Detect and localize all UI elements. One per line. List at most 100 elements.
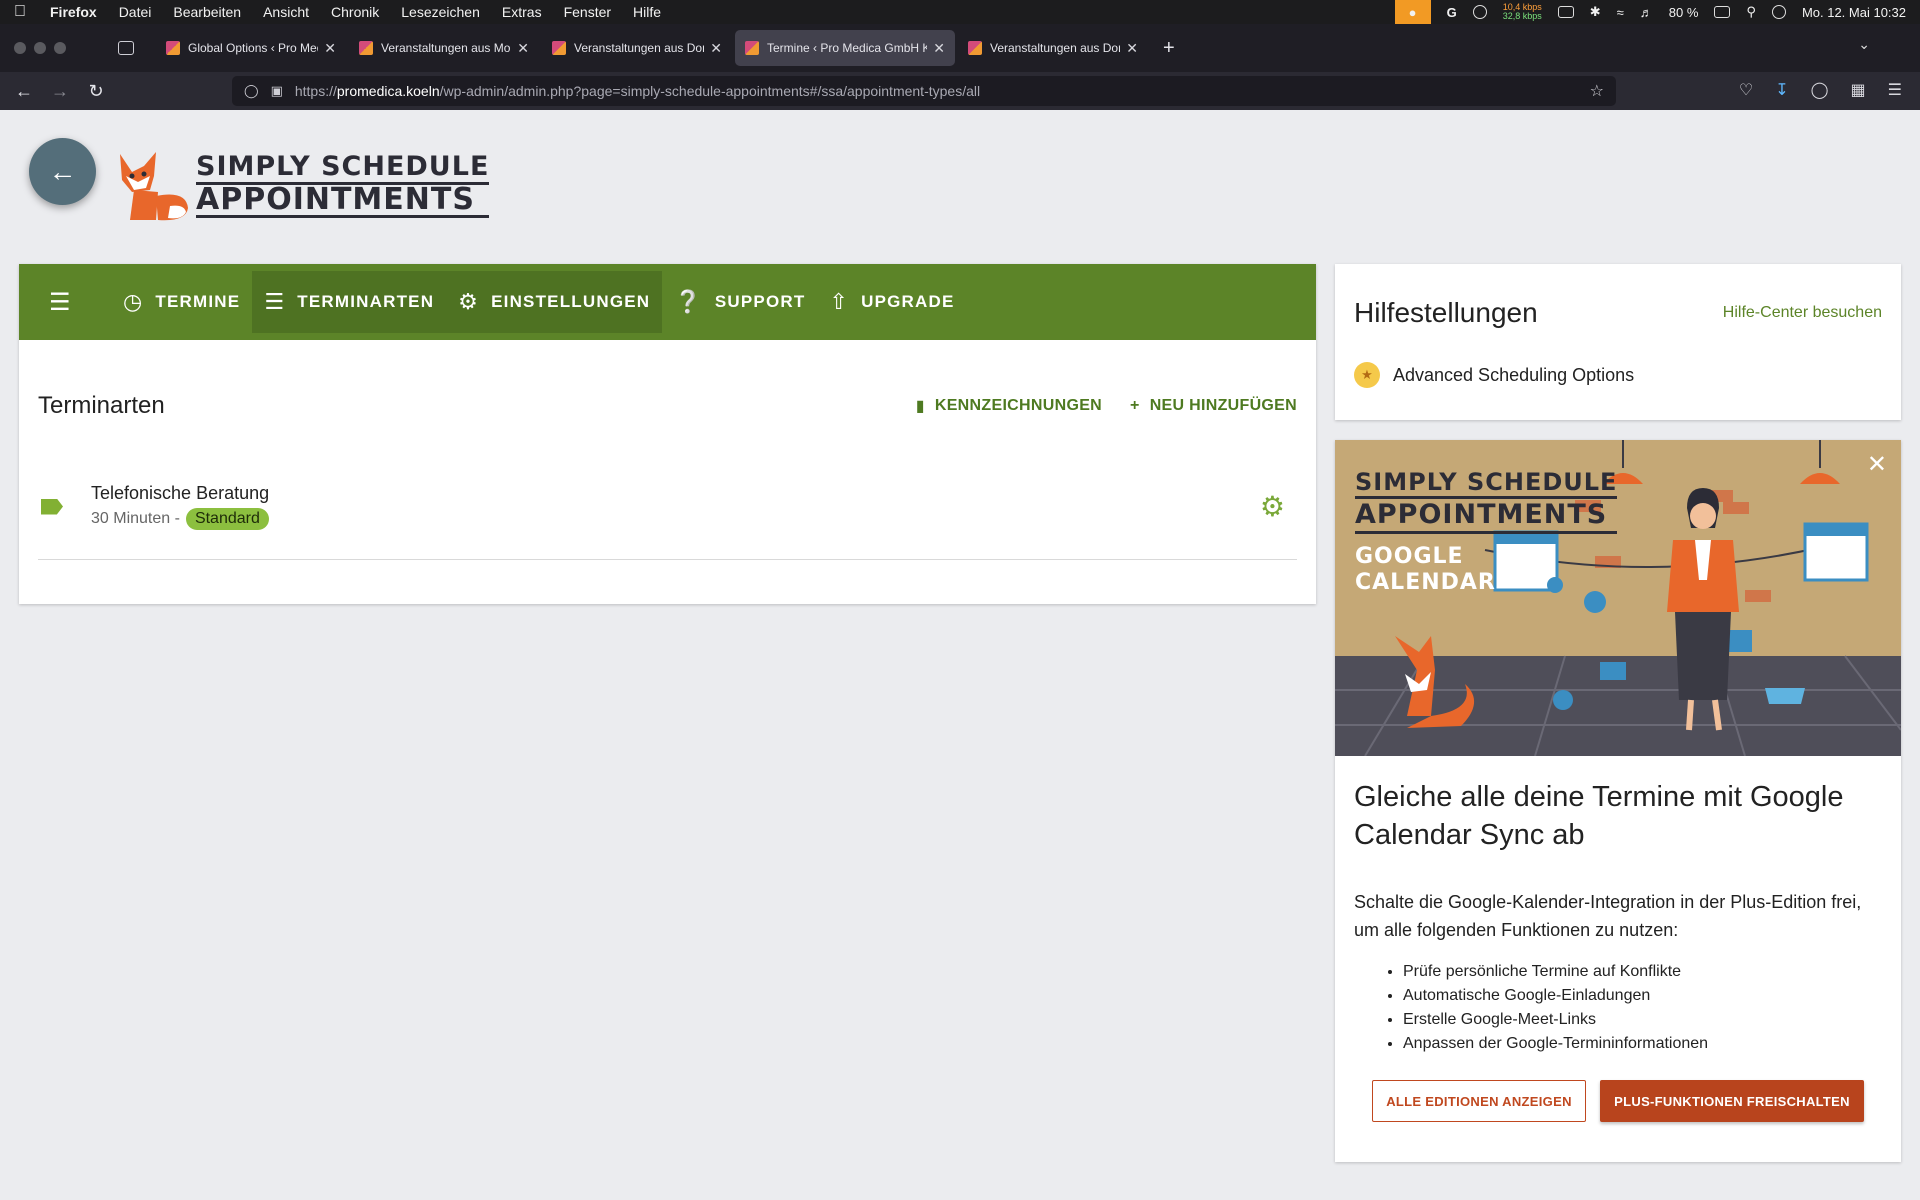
pocket-icon[interactable]: ♡ — [1739, 80, 1753, 100]
appointment-type-meta: 30 Minuten - Standard — [91, 508, 269, 530]
tab-title: Veranstaltungen aus Montag, 19. — [381, 41, 511, 55]
control-center-icon[interactable] — [1771, 5, 1786, 19]
battery-icon[interactable] — [1714, 6, 1731, 18]
url-text[interactable]: https://promedica.koeln/wp-admin/admin.p… — [295, 83, 980, 99]
bluetooth-icon[interactable]: ✱ — [1590, 4, 1601, 20]
app-menu-icon[interactable]: ☰ — [1888, 80, 1902, 100]
ssa-main-nav: ☰ ◷ TERMINE ☰ TERMINARTEN ⚙ EINSTELLUNGE… — [19, 264, 1316, 340]
extensions-icon[interactable]: ▦ — [1851, 80, 1866, 100]
menu-fenster[interactable]: Fenster — [564, 4, 611, 20]
menu-app-firefox[interactable]: Firefox — [50, 4, 97, 20]
tab-close-icon[interactable]: ✕ — [1126, 40, 1138, 57]
back-arrow-icon[interactable]: ← — [6, 81, 42, 102]
list-item: Erstelle Google-Meet-Links — [1403, 1008, 1901, 1032]
browser-tab-2[interactable]: Veranstaltungen aus Montag, 19. ✕ — [349, 30, 539, 66]
promo-banner-image: SIMPLY SCHEDULE APPOINTMENTS GOOGLE CALE… — [1335, 440, 1901, 756]
settings-box-icon: ⚙ — [458, 289, 480, 314]
list-icon: ☰ — [264, 289, 286, 314]
back-to-dashboard-button[interactable]: ← — [29, 138, 96, 205]
help-item-label: Advanced Scheduling Options — [1393, 364, 1635, 385]
tab-close-icon[interactable]: ✕ — [517, 40, 529, 57]
battery-percent[interactable]: 80 % — [1669, 5, 1699, 20]
fox-logo-icon — [120, 152, 188, 221]
tab-title: Veranstaltungen aus Donnerstag — [574, 41, 704, 55]
wifi-off-icon[interactable]: ≈ — [1617, 5, 1624, 20]
bookmark-star-icon[interactable]: ☆ — [1590, 81, 1604, 101]
label-tag-icon: ▮ — [915, 398, 925, 415]
nav-upgrade-label: UPGRADE — [861, 292, 955, 311]
reload-icon[interactable]: ↻ — [78, 81, 114, 102]
nav-termine[interactable]: ◷ TERMINE — [111, 271, 252, 333]
zoom-window-button[interactable] — [54, 42, 66, 54]
spotlight-search-icon[interactable]: ⚲ — [1746, 4, 1756, 20]
hamburger-menu-icon[interactable]: ☰ — [49, 288, 111, 317]
nav-support-label: SUPPORT — [714, 292, 806, 311]
window-controls — [0, 42, 100, 54]
browser-tab-3[interactable]: Veranstaltungen aus Donnerstag ✕ — [542, 30, 732, 66]
nav-upgrade[interactable]: ⇧ UPGRADE — [817, 271, 966, 333]
volume-icon[interactable]: ♬ — [1640, 5, 1653, 20]
menu-lesezeichen[interactable]: Lesezeichen — [401, 4, 480, 20]
tab-close-icon[interactable]: ✕ — [710, 40, 722, 57]
list-all-tabs-chevron-icon[interactable]: ⌄ — [1858, 36, 1870, 53]
list-item: Anpassen der Google-Termininformationen — [1403, 1032, 1901, 1056]
site-favicon — [552, 41, 566, 55]
account-icon[interactable]: ◯ — [1811, 80, 1829, 100]
extension-status-icon[interactable] — [1472, 5, 1487, 19]
labels-button-text: KENNZEICHNUNGEN — [934, 397, 1103, 414]
help-item-advanced-scheduling[interactable]: ★ Advanced Scheduling Options — [1354, 362, 1882, 388]
plus-icon: + — [1130, 397, 1140, 414]
unlock-plus-features-button[interactable]: PLUS-FUNKTIONEN FREISCHALTEN — [1600, 1080, 1864, 1122]
tab-title: Termine ‹ Pro Medica GmbH Köln — [767, 41, 928, 55]
grammarly-icon[interactable]: G — [1447, 5, 1457, 20]
logo-line-1: SIMPLY SCHEDULE — [196, 152, 490, 185]
add-new-button[interactable]: + NEU HINZUFÜGEN — [1130, 396, 1297, 416]
appointment-type-row[interactable]: Telefonische Beratung 30 Minuten - Stand… — [38, 454, 1297, 560]
logo-wordmark: SIMPLY SCHEDULE APPOINTMENTS — [196, 152, 490, 218]
card-header: Terminarten ▮ KENNZEICHNUNGEN + NEU HINZ… — [38, 340, 1297, 472]
macos-menubar:  Firefox Datei Bearbeiten Ansicht Chron… — [0, 0, 1920, 24]
lock-icon[interactable]: ▣ — [271, 83, 283, 99]
arrow-left-icon: ← — [48, 155, 77, 187]
appointment-type-name[interactable]: Telefonische Beratung — [91, 483, 269, 504]
display-icon[interactable] — [1557, 6, 1574, 18]
menubar-status-area: ● G 10,4 kbps 32,8 kbps ✱ ≈ ♬ 80 % ⚲ Mo.… — [1394, 0, 1906, 24]
nav-terminarten[interactable]: ☰ TERMINARTEN — [252, 271, 447, 333]
tracking-shield-icon[interactable]: ◯ — [244, 83, 259, 99]
menu-hilfe[interactable]: Hilfe — [633, 4, 661, 20]
browser-tab-1[interactable]: Global Options ‹ Pro Medica GmbH ✕ — [156, 30, 346, 66]
menubar-clock[interactable]: Mo. 12. Mai 10:32 — [1802, 5, 1906, 20]
minimize-window-button[interactable] — [34, 42, 46, 54]
tab-close-icon[interactable]: ✕ — [324, 40, 336, 57]
banner-line-1: SIMPLY SCHEDULE — [1355, 468, 1618, 499]
microphone-icon[interactable]: ● — [1394, 0, 1431, 24]
banner-logo-text: SIMPLY SCHEDULE APPOINTMENTS GOOGLE CALE… — [1355, 468, 1618, 596]
apple-menu-icon[interactable]:  — [14, 3, 32, 21]
view-all-editions-button[interactable]: ALLE EDITIONEN ANZEIGEN — [1372, 1080, 1586, 1122]
browser-tab-5[interactable]: Veranstaltungen aus Donnerstag ✕ — [958, 30, 1148, 66]
tab-close-icon[interactable]: ✕ — [933, 40, 945, 57]
nav-einstellungen[interactable]: ⚙ EINSTELLUNGEN — [446, 271, 663, 333]
site-favicon — [166, 41, 180, 55]
url-bar[interactable]: ◯ ▣ https://promedica.koeln/wp-admin/adm… — [232, 76, 1616, 106]
new-tab-plus-icon[interactable]: + — [1163, 37, 1175, 60]
browser-tab-4-active[interactable]: Termine ‹ Pro Medica GmbH Köln ✕ — [735, 30, 955, 66]
labels-button[interactable]: ▮ KENNZEICHNUNGEN — [916, 396, 1102, 416]
downloads-icon[interactable]: ↧ — [1775, 80, 1788, 100]
menu-ansicht[interactable]: Ansicht — [263, 4, 309, 20]
menu-datei[interactable]: Datei — [119, 4, 152, 20]
menu-extras[interactable]: Extras — [502, 4, 542, 20]
gear-icon[interactable]: ⚙ — [1260, 490, 1285, 523]
tab-overview-icon[interactable] — [118, 41, 134, 55]
site-favicon — [968, 41, 982, 55]
menu-chronik[interactable]: Chronik — [331, 4, 379, 20]
forward-arrow-icon[interactable]: → — [42, 81, 78, 102]
help-center-link[interactable]: Hilfe-Center besuchen — [1723, 304, 1882, 322]
nav-support[interactable]: ❔ SUPPORT — [662, 271, 817, 333]
close-icon[interactable]: ✕ — [1867, 450, 1887, 479]
menu-bearbeiten[interactable]: Bearbeiten — [173, 4, 241, 20]
appointment-types-card: ☰ ◷ TERMINE ☰ TERMINARTEN ⚙ EINSTELLUNGE… — [19, 264, 1316, 604]
promo-actions: ALLE EDITIONEN ANZEIGEN PLUS-FUNKTIONEN … — [1335, 1080, 1901, 1122]
google-calendar-promo-card: SIMPLY SCHEDULE APPOINTMENTS GOOGLE CALE… — [1335, 440, 1901, 1162]
close-window-button[interactable] — [14, 42, 26, 54]
